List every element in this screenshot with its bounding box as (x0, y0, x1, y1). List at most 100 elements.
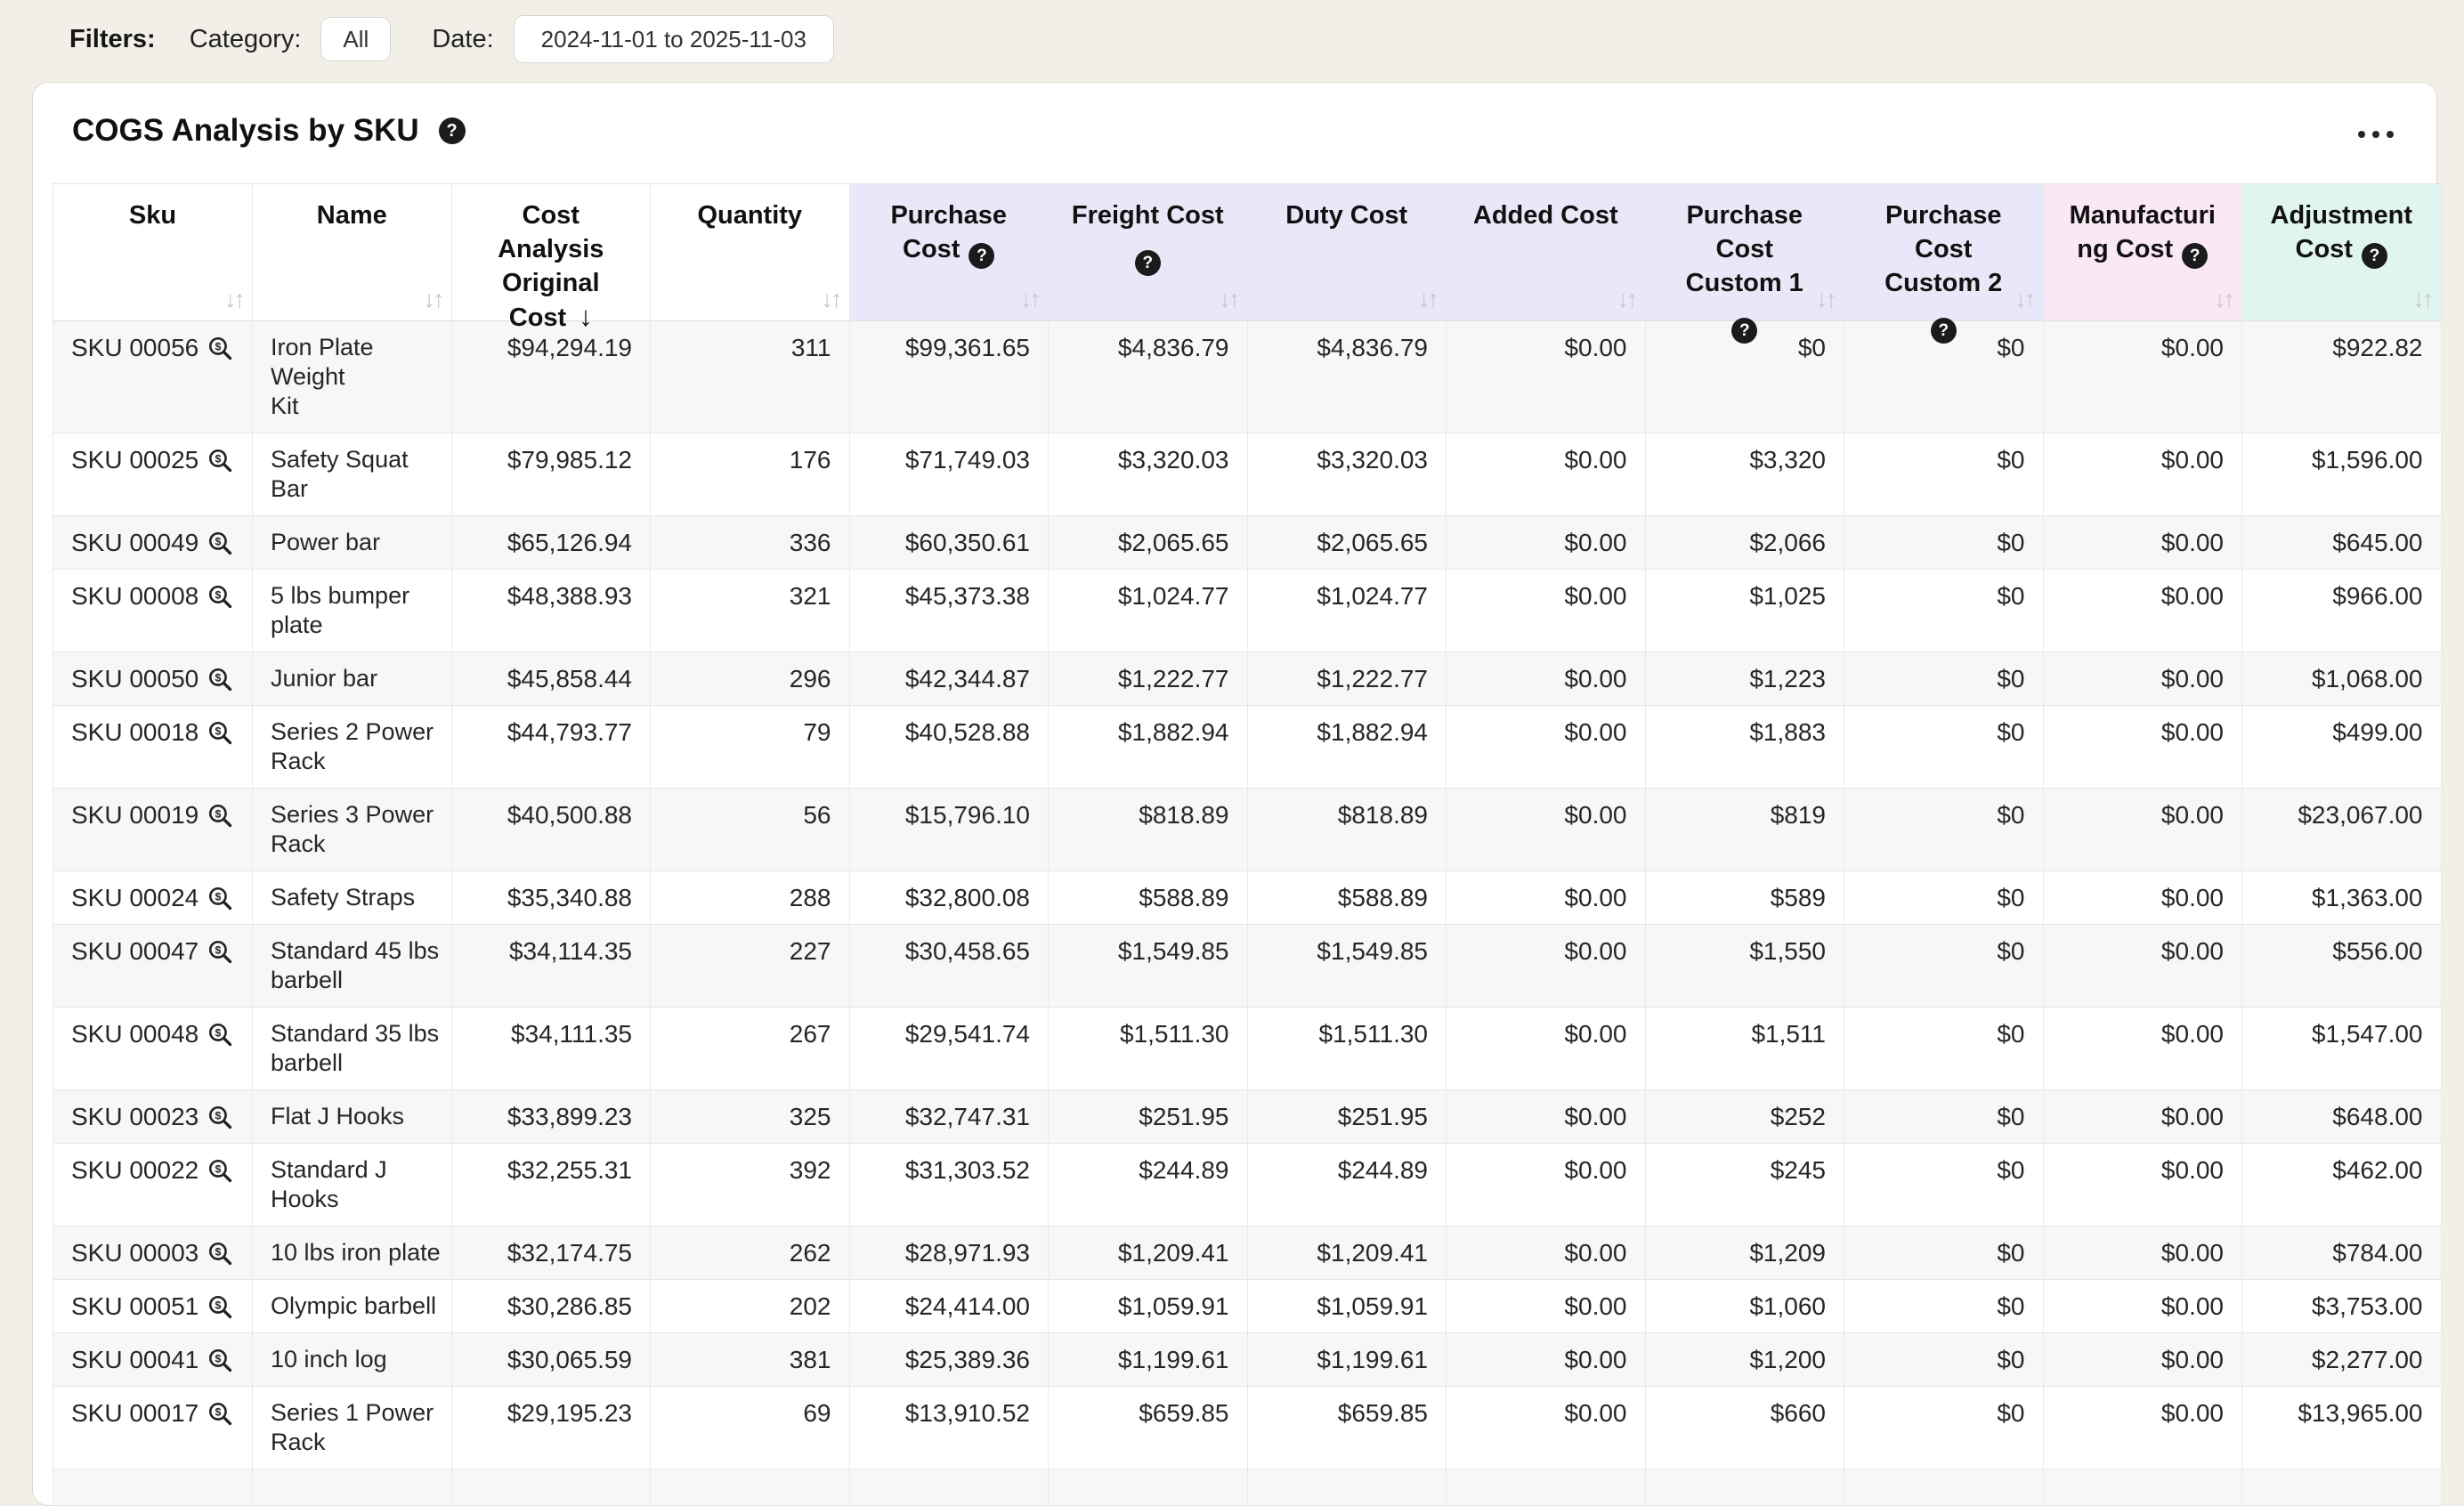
column-label: Custom 2 (1853, 266, 2034, 300)
sort-descending-icon[interactable]: ↓ (579, 301, 593, 332)
sku-detail-magnifier-icon[interactable]: $ (207, 335, 234, 362)
sort-toggle-icon[interactable]: ↓↑ (224, 287, 243, 312)
name-cell: 5 lbs bumper plate (253, 570, 452, 652)
column-label: Adjustment (2251, 198, 2432, 232)
cost-analysis-original-cost-cell: $48,388.93 (452, 570, 652, 652)
column-header-purchase-cost-custom-2[interactable]: PurchaseCostCustom 2?↓↑ (1844, 184, 2044, 320)
column-header-duty-cost[interactable]: Duty Cost↓↑ (1248, 184, 1447, 320)
sku-detail-magnifier-icon[interactable]: $ (207, 938, 234, 966)
sort-toggle-icon[interactable]: ↓↑ (1220, 287, 1238, 312)
sort-toggle-icon[interactable]: ↓↑ (2214, 287, 2233, 312)
sku-cell: SKU 00049$ (53, 516, 253, 569)
sku-cell: SKU 00047$ (53, 925, 253, 1007)
sort-toggle-icon[interactable]: ↓↑ (1020, 287, 1039, 312)
category-filter-button[interactable]: All (320, 17, 391, 61)
name-cell: Iron Plate Weight Kit (253, 321, 452, 433)
sku-detail-magnifier-icon[interactable]: $ (207, 885, 234, 912)
table-row: SKU 00018$Series 2 Power Rack$44,793.777… (53, 706, 2442, 789)
sku-value: SKU 00051 (71, 1291, 199, 1321)
help-icon[interactable]: ? (1731, 318, 1757, 344)
help-icon[interactable]: ? (2182, 243, 2208, 269)
added-cost-cell: $0.00 (1447, 1387, 1646, 1469)
sku-detail-magnifier-icon[interactable]: $ (207, 1347, 234, 1374)
sku-detail-magnifier-icon[interactable]: $ (207, 1157, 234, 1185)
purchase-cost-cell: $71,749.03 (850, 433, 1050, 515)
name-cell: Flat J Hooks (253, 1090, 452, 1143)
sku-detail-magnifier-icon[interactable]: $ (207, 802, 234, 830)
sku-detail-magnifier-icon[interactable]: $ (207, 1400, 234, 1428)
added-cost-cell: $0.00 (1447, 1090, 1646, 1143)
sku-detail-magnifier-icon[interactable]: $ (207, 1021, 234, 1049)
cost-analysis-original-cost-cell: $65,126.94 (452, 516, 652, 569)
column-header-adjustment-cost[interactable]: AdjustmentCost?↓↑ (2242, 184, 2442, 320)
column-label: Original (461, 266, 642, 300)
help-icon[interactable]: ? (1135, 250, 1161, 276)
sku-cell: SKU 00025$ (53, 433, 253, 515)
purchase-cost-custom-2-cell: $0 (1844, 433, 2044, 515)
sort-toggle-icon[interactable]: ↓↑ (2015, 287, 2034, 312)
sku-detail-magnifier-icon[interactable]: $ (207, 583, 234, 611)
freight-cost-cell: $1,549.85 (1049, 925, 1248, 1007)
card-title: COGS Analysis by SKU ? (72, 113, 466, 149)
column-header-cost-analysis-original-cost[interactable]: CostAnalysisOriginalCost↓ (452, 184, 652, 320)
sku-value: SKU 00050 (71, 664, 199, 693)
svg-text:$: $ (215, 1162, 222, 1175)
purchase-cost-cell: $25,389.36 (850, 1333, 1050, 1386)
table-row-partial (53, 1470, 2442, 1506)
purchase-cost-custom-1-cell: $245 (1646, 1144, 1845, 1226)
purchase-cost-custom-1-cell: $3,320 (1646, 433, 1845, 515)
sku-detail-magnifier-icon[interactable]: $ (207, 666, 234, 693)
sort-toggle-icon[interactable]: ↓↑ (1816, 287, 1835, 312)
sku-value: SKU 00008 (71, 581, 199, 611)
adjustment-cost-cell: $1,596.00 (2242, 433, 2442, 515)
sort-toggle-icon[interactable]: ↓↑ (1617, 287, 1636, 312)
added-cost-cell: $0.00 (1447, 1333, 1646, 1386)
sku-detail-magnifier-icon[interactable]: $ (207, 447, 234, 474)
purchase-cost-cell: $31,303.52 (850, 1144, 1050, 1226)
column-header-manufacturing-cost[interactable]: Manufacturing Cost?↓↑ (2044, 184, 2243, 320)
sort-toggle-icon[interactable]: ↓↑ (424, 287, 442, 312)
table-row: SKU 00022$Standard J Hooks$32,255.31392$… (53, 1144, 2442, 1227)
empty-cell (1049, 1470, 1248, 1505)
table-header-row: Sku↓↑Name↓↑CostAnalysisOriginalCost↓Quan… (53, 183, 2442, 321)
sku-detail-magnifier-icon[interactable]: $ (207, 719, 234, 747)
adjustment-cost-cell: $1,068.00 (2242, 652, 2442, 705)
sku-detail-magnifier-icon[interactable]: $ (207, 530, 234, 557)
column-header-freight-cost[interactable]: Freight Cost?↓↑ (1049, 184, 1248, 320)
empty-cell (2242, 1470, 2442, 1505)
purchase-cost-custom-2-cell: $0 (1844, 1090, 2044, 1143)
sku-detail-magnifier-icon[interactable]: $ (207, 1240, 234, 1267)
column-header-purchase-cost-custom-1[interactable]: PurchaseCostCustom 1?↓↑ (1646, 184, 1845, 320)
help-icon[interactable]: ? (969, 243, 994, 269)
sku-detail-magnifier-icon[interactable]: $ (207, 1293, 234, 1321)
card-menu-button[interactable] (2353, 126, 2399, 143)
sku-value: SKU 00056 (71, 333, 199, 362)
column-header-sku[interactable]: Sku↓↑ (53, 184, 253, 320)
sort-toggle-icon[interactable]: ↓↑ (822, 287, 840, 312)
column-header-added-cost[interactable]: Added Cost↓↑ (1447, 184, 1646, 320)
name-cell: Series 3 Power Rack (253, 789, 452, 870)
name-cell: 10 lbs iron plate (253, 1227, 452, 1279)
column-header-name[interactable]: Name↓↑ (253, 184, 452, 320)
card-header: COGS Analysis by SKU ? (33, 83, 2436, 182)
duty-cost-cell: $1,199.61 (1248, 1333, 1447, 1386)
freight-cost-cell: $1,222.77 (1049, 652, 1248, 705)
column-header-quantity[interactable]: Quantity↓↑ (651, 184, 850, 320)
help-icon[interactable]: ? (1931, 318, 1957, 344)
manufacturing-cost-cell: $0.00 (2044, 1227, 2243, 1279)
quantity-cell: 288 (651, 871, 850, 924)
duty-cost-cell: $1,511.30 (1248, 1008, 1447, 1089)
purchase-cost-custom-2-cell: $0 (1844, 871, 2044, 924)
title-help-icon[interactable]: ? (439, 117, 466, 144)
help-icon[interactable]: ? (2362, 243, 2387, 269)
duty-cost-cell: $244.89 (1248, 1144, 1447, 1226)
column-header-purchase-cost[interactable]: PurchaseCost?↓↑ (850, 184, 1050, 320)
sku-detail-magnifier-icon[interactable]: $ (207, 1104, 234, 1131)
column-label: Cost (1853, 232, 2034, 266)
sort-toggle-icon[interactable]: ↓↑ (1418, 287, 1437, 312)
manufacturing-cost-cell: $0.00 (2044, 433, 2243, 515)
column-label: Cost? (859, 232, 1040, 269)
date-filter-button[interactable]: 2024-11-01 to 2025-11-03 (514, 15, 834, 63)
sku-cell: SKU 00048$ (53, 1008, 253, 1089)
sort-toggle-icon[interactable]: ↓↑ (2413, 287, 2432, 312)
